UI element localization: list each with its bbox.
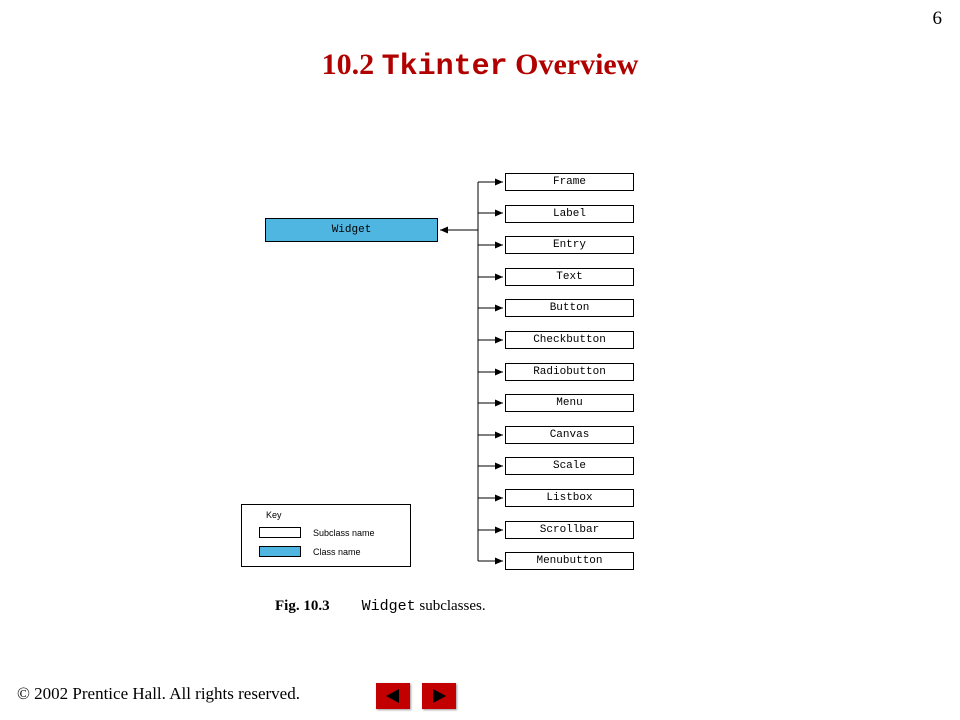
subclass-box-text: Text bbox=[505, 268, 634, 286]
subclass-box-label: Label bbox=[505, 205, 634, 223]
legend-box: Key Subclass name Class name bbox=[241, 504, 411, 567]
subclass-box-menubutton: Menubutton bbox=[505, 552, 634, 570]
copyright-text: 2002 Prentice Hall. All rights reserved. bbox=[34, 684, 300, 703]
legend-swatch-subclass bbox=[259, 527, 301, 538]
next-arrow-icon bbox=[430, 688, 448, 704]
copyright-footer: © 2002 Prentice Hall. All rights reserve… bbox=[17, 684, 300, 704]
legend-label-class: Class name bbox=[313, 547, 361, 557]
prev-arrow-icon bbox=[384, 688, 402, 704]
subclass-box-scrollbar: Scrollbar bbox=[505, 521, 634, 539]
legend-swatch-class bbox=[259, 546, 301, 557]
subclass-box-listbox: Listbox bbox=[505, 489, 634, 507]
next-button[interactable] bbox=[422, 683, 456, 709]
subclass-box-frame: Frame bbox=[505, 173, 634, 191]
widget-class-box: Widget bbox=[265, 218, 438, 242]
subclass-box-radiobutton: Radiobutton bbox=[505, 363, 634, 381]
subclass-box-menu: Menu bbox=[505, 394, 634, 412]
legend-label-subclass: Subclass name bbox=[313, 528, 375, 538]
subclass-box-entry: Entry bbox=[505, 236, 634, 254]
subclass-box-canvas: Canvas bbox=[505, 426, 634, 444]
figure-number: Fig. 10.3 bbox=[275, 598, 330, 614]
subclass-box-button: Button bbox=[505, 299, 634, 317]
figure-caption: Fig. 10.3 Widget subclasses. bbox=[275, 598, 486, 615]
legend-row-class: Class name bbox=[259, 546, 361, 557]
nav-controls bbox=[376, 683, 456, 709]
legend-row-subclass: Subclass name bbox=[259, 527, 375, 538]
prev-button[interactable] bbox=[376, 683, 410, 709]
copyright-symbol: © bbox=[17, 684, 34, 703]
caption-mono: Widget bbox=[362, 598, 416, 615]
caption-post: subclasses. bbox=[416, 598, 486, 614]
legend-title: Key bbox=[266, 510, 282, 520]
subclass-box-scale: Scale bbox=[505, 457, 634, 475]
subclass-box-checkbutton: Checkbutton bbox=[505, 331, 634, 349]
